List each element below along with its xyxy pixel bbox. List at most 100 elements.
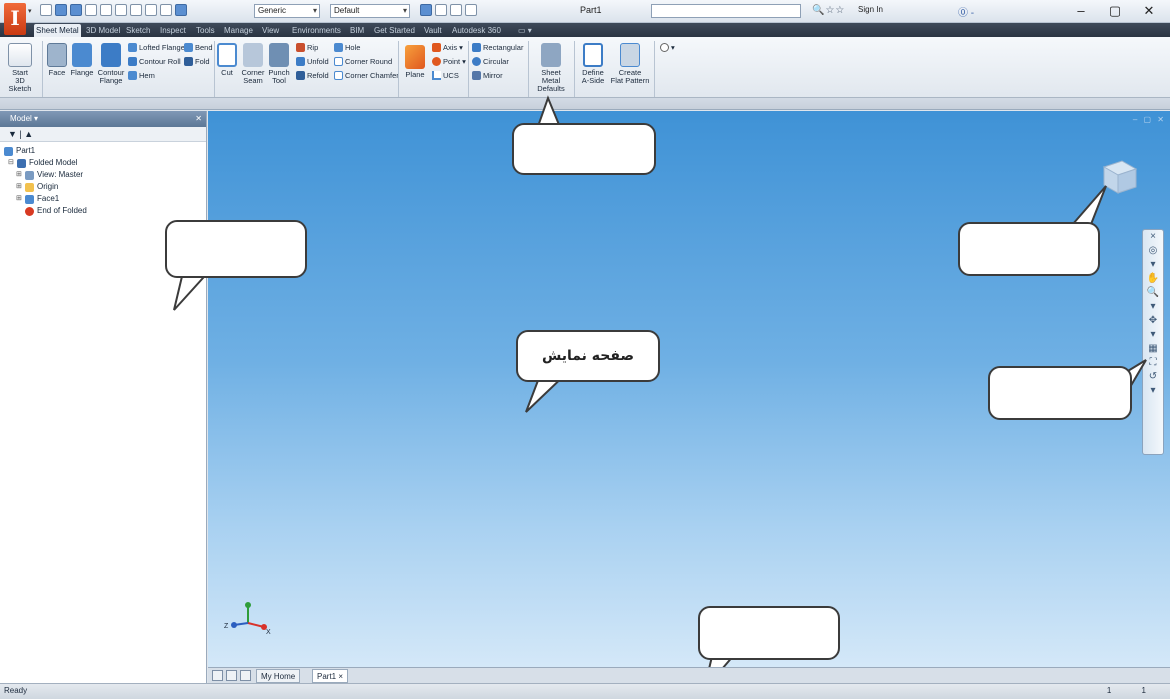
mirror-button[interactable]: Mirror: [472, 71, 503, 80]
infocenter-icons[interactable]: 🔍☆☆: [812, 5, 845, 16]
search-input[interactable]: [651, 4, 801, 18]
zoom-icon[interactable]: 🔍: [1143, 286, 1163, 300]
tab-inspect[interactable]: Inspect: [158, 24, 188, 37]
tab-sketch[interactable]: Sketch: [124, 24, 152, 37]
open-file-icon[interactable]: [55, 4, 67, 16]
title-bar: I ▾ Generic Default Part1 🔍☆☆ Sign In ⓪ …: [0, 0, 1170, 35]
tree-item-folded-model[interactable]: ⊟ Folded Model: [4, 157, 202, 169]
tab-part1[interactable]: Part1 ×: [312, 669, 349, 683]
tab-sheet-metal[interactable]: Sheet Metal: [34, 24, 81, 37]
application-menu-button[interactable]: I: [4, 3, 26, 35]
circular-pattern-button[interactable]: Circular: [472, 57, 509, 66]
app-menu-caret-icon[interactable]: ▾: [28, 7, 32, 15]
tile-windows-icon[interactable]: [212, 670, 223, 681]
rectangular-pattern-button[interactable]: Rectangular: [472, 43, 523, 52]
contour-flange-button[interactable]: Contour Flange: [96, 43, 126, 85]
bend-button[interactable]: Bend: [184, 43, 213, 52]
lofted-flange-button[interactable]: Lofted Flange: [128, 43, 185, 52]
maximize-button[interactable]: ▢: [1100, 2, 1130, 20]
tree-item-part1[interactable]: Part1: [4, 145, 202, 157]
tab-manage[interactable]: Manage: [222, 24, 255, 37]
steering-wheel-icon[interactable]: ◎: [1143, 244, 1163, 258]
tab-tools[interactable]: Tools: [194, 24, 217, 37]
tab-bim[interactable]: BIM: [348, 24, 366, 37]
tree-item-origin[interactable]: ⊞ Origin: [4, 181, 202, 193]
measure-icon[interactable]: [420, 4, 432, 16]
parameters-icon[interactable]: [435, 4, 447, 16]
tab-vault[interactable]: Vault: [422, 24, 444, 37]
cut-button[interactable]: Cut: [216, 43, 238, 77]
document-menu-icon[interactable]: [240, 670, 251, 681]
viewport-window-controls[interactable]: – ▢ ✕: [1133, 115, 1166, 124]
save-icon[interactable]: [70, 4, 82, 16]
tab-my-home[interactable]: My Home: [256, 669, 301, 683]
update-icon[interactable]: [145, 4, 157, 16]
browser-title[interactable]: Model ▾: [10, 114, 38, 123]
select-icon[interactable]: [130, 4, 142, 16]
filter-icon[interactable]: ▼ | ▲: [8, 129, 33, 139]
appearance-dropdown[interactable]: Default: [330, 4, 410, 18]
convert-button[interactable]: ▾: [660, 43, 675, 52]
tab-get-started[interactable]: Get Started: [372, 24, 417, 37]
tab-3d-model[interactable]: 3D Model: [84, 24, 122, 37]
sign-in-link[interactable]: Sign In: [858, 5, 883, 14]
tree-item-end-of-folded[interactable]: End of Folded: [4, 205, 202, 217]
new-file-icon[interactable]: [40, 4, 52, 16]
expand-icon[interactable]: ⊞: [16, 169, 23, 181]
axis-dropdown-icon[interactable]: ▾: [459, 43, 463, 52]
material-dropdown[interactable]: Generic: [254, 4, 320, 18]
orbit-dropdown-icon[interactable]: ▾: [1143, 328, 1163, 342]
convert-dropdown-icon[interactable]: ▾: [671, 43, 675, 52]
point-button[interactable]: Point ▾: [432, 57, 466, 66]
sketch-icon[interactable]: [160, 4, 172, 16]
point-dropdown-icon[interactable]: ▾: [462, 57, 466, 66]
ucs-button[interactable]: UCS: [432, 71, 459, 80]
expand-icon[interactable]: ⊞: [16, 193, 23, 205]
hole-button[interactable]: Hole: [334, 43, 360, 52]
close-icon[interactable]: ×: [338, 672, 343, 681]
corner-seam-button[interactable]: Corner Seam: [240, 43, 266, 85]
color-icon[interactable]: [175, 4, 187, 16]
tab-view[interactable]: View: [260, 24, 281, 37]
add-icon[interactable]: [465, 4, 477, 16]
tab-environments[interactable]: Environments: [290, 24, 343, 37]
tab-autodesk-360[interactable]: Autodesk 360: [450, 24, 503, 37]
sheet-metal-defaults-button[interactable]: Sheet Metal Defaults: [532, 43, 570, 93]
help-icon[interactable]: ⓪ -: [958, 4, 974, 19]
rip-button[interactable]: Rip: [296, 43, 318, 52]
home-icon[interactable]: [115, 4, 127, 16]
nav-dropdown-icon[interactable]: ▾: [1143, 258, 1163, 272]
tree-item-view-master[interactable]: ⊞ View: Master: [4, 169, 202, 181]
corner-chamfer-button[interactable]: Corner Chamfer: [334, 71, 399, 80]
navbar-close-icon[interactable]: ×: [1143, 230, 1163, 244]
face-button[interactable]: Face: [46, 43, 68, 77]
axis-button[interactable]: Axis ▾: [432, 43, 463, 52]
start-3d-sketch-button[interactable]: Start 3D Sketch: [4, 43, 36, 93]
hem-button[interactable]: Hem: [128, 71, 155, 80]
look-at-icon[interactable]: ▦: [1143, 342, 1163, 356]
flange-button[interactable]: Flange: [70, 43, 94, 77]
pan-icon[interactable]: ✋: [1143, 272, 1163, 286]
close-button[interactable]: ✕: [1134, 2, 1164, 20]
define-a-side-button[interactable]: Define A-Side: [578, 43, 608, 85]
expand-icon[interactable]: ⊞: [16, 181, 23, 193]
contour-roll-button[interactable]: Contour Roll: [128, 57, 181, 66]
corner-round-button[interactable]: Corner Round: [334, 57, 392, 66]
unfold-button[interactable]: Unfold: [296, 57, 329, 66]
punch-tool-button[interactable]: Punch Tool: [266, 43, 292, 85]
ribbon-toggle-icon[interactable]: ▭ ▾: [516, 24, 534, 37]
plane-button[interactable]: Plane: [402, 45, 428, 79]
refold-button[interactable]: Refold: [296, 71, 329, 80]
fx-icon[interactable]: [450, 4, 462, 16]
redo-icon[interactable]: [100, 4, 112, 16]
fold-button[interactable]: Fold: [184, 57, 210, 66]
undo-icon[interactable]: [85, 4, 97, 16]
tree-item-face1[interactable]: ⊞ Face1: [4, 193, 202, 205]
close-icon[interactable]: ✕: [195, 111, 202, 127]
cascade-windows-icon[interactable]: [226, 670, 237, 681]
zoom-dropdown-icon[interactable]: ▾: [1143, 300, 1163, 314]
minimize-button[interactable]: –: [1066, 2, 1096, 20]
collapse-icon[interactable]: ⊟: [8, 157, 15, 169]
orbit-icon[interactable]: ✥: [1143, 314, 1163, 328]
create-flat-pattern-button[interactable]: Create Flat Pattern: [610, 43, 650, 85]
